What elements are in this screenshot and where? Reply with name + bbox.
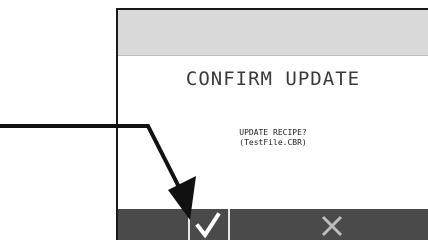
cancel-button[interactable] bbox=[308, 209, 356, 240]
dialog-message-line-1: UPDATE RECIPE? bbox=[239, 128, 307, 137]
checkmark-icon bbox=[195, 212, 221, 239]
device-screen: CONFIRM UPDATE UPDATE RECIPE? (TestFile.… bbox=[116, 8, 428, 240]
dialog-message: UPDATE RECIPE? (TestFile.CBR) bbox=[118, 128, 428, 148]
close-icon bbox=[321, 215, 343, 237]
dialog-title: CONFIRM UPDATE bbox=[185, 68, 361, 90]
screen-header bbox=[118, 10, 428, 56]
confirm-button[interactable] bbox=[188, 209, 230, 240]
action-bar bbox=[118, 209, 428, 240]
dialog-message-line-2: (TestFile.CBR) bbox=[239, 138, 307, 147]
